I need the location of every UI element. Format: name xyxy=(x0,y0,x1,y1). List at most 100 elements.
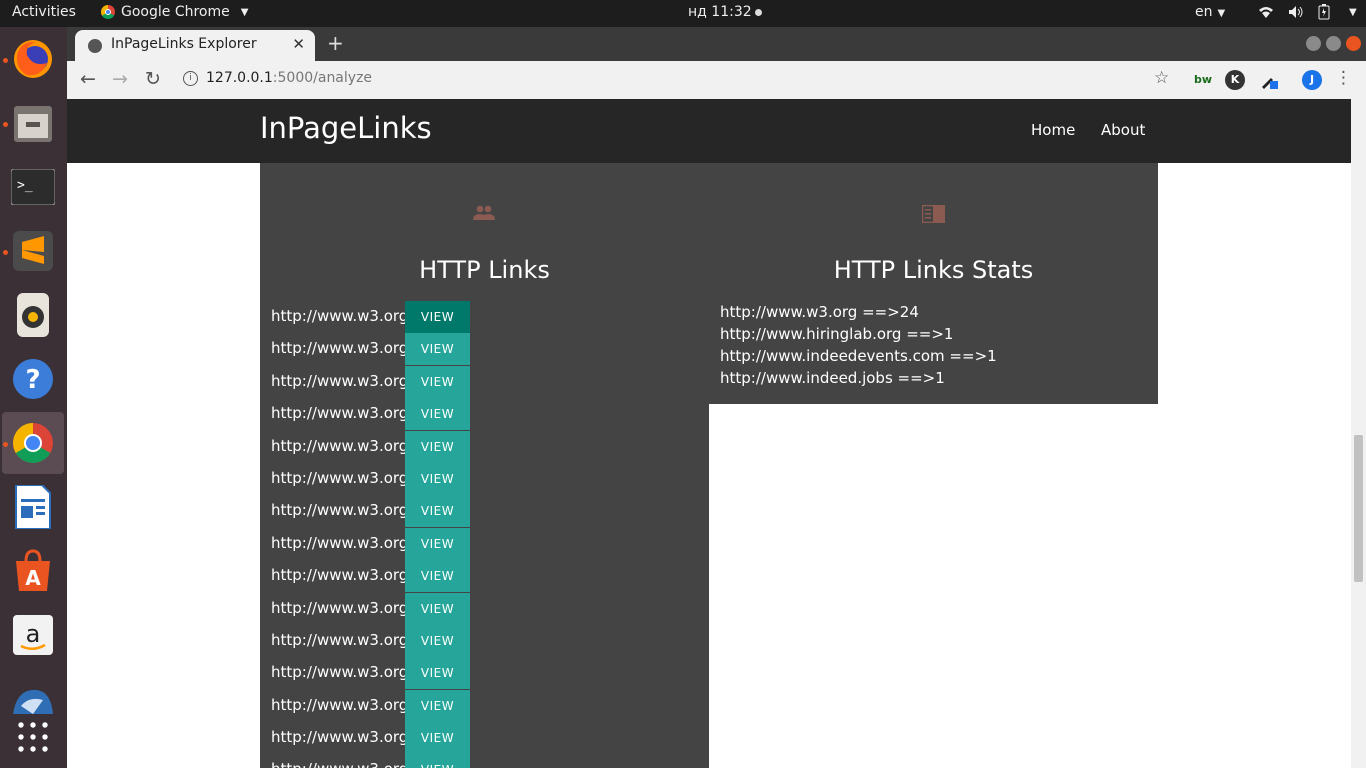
svg-text:?: ? xyxy=(25,365,40,395)
maximize-button[interactable] xyxy=(1326,36,1341,51)
link-url: http://www.w3.org xyxy=(271,307,409,325)
clock[interactable]: нд 11:32 xyxy=(688,4,762,20)
chevron-down-icon: ▼ xyxy=(1217,8,1226,19)
page-scrollbar[interactable] xyxy=(1351,99,1366,768)
stat-row: http://www.w3.org ==>24 xyxy=(720,303,919,321)
bw-extension-icon[interactable]: bw xyxy=(1193,70,1213,90)
help-icon[interactable]: ? xyxy=(9,355,57,403)
running-indicator xyxy=(3,122,8,127)
view-button[interactable]: VIEW xyxy=(405,722,470,755)
battery-icon xyxy=(1318,4,1330,20)
view-button[interactable]: VIEW xyxy=(405,333,470,366)
view-button[interactable]: VIEW xyxy=(405,754,470,768)
notification-dot-icon xyxy=(754,8,762,16)
chrome-small-icon xyxy=(101,5,115,19)
show-applications-icon[interactable] xyxy=(9,713,57,761)
browser-toolbar: ← → ↻ i 127.0.0.1:5000/analyze ☆ bw K J … xyxy=(67,61,1366,100)
menu-icon[interactable]: ⋮ xyxy=(1335,68,1352,88)
url-host: 127.0.0.1 xyxy=(206,70,273,86)
tab-strip: InPageLinks Explorer ✕ + xyxy=(67,27,1366,61)
stat-row: http://www.indeed.jobs ==>1 xyxy=(720,369,945,387)
amazon-icon[interactable]: a xyxy=(9,611,57,659)
view-button[interactable]: VIEW xyxy=(405,624,470,657)
info-icon[interactable]: i xyxy=(183,70,198,86)
link-url: http://www.w3.org xyxy=(271,404,409,423)
link-url: http://www.w3.org xyxy=(271,630,409,649)
page-viewport: InPageLinks Home About HTTP Links http:/… xyxy=(67,99,1351,768)
address-bar[interactable]: i 127.0.0.1:5000/analyze xyxy=(183,70,372,86)
view-button[interactable]: VIEW xyxy=(405,398,470,431)
back-button[interactable]: ← xyxy=(80,68,96,90)
close-window-button[interactable] xyxy=(1346,36,1361,51)
language-label: en xyxy=(1195,4,1213,20)
nav-home[interactable]: Home xyxy=(1031,121,1075,139)
profile-avatar[interactable]: J xyxy=(1302,70,1322,90)
terminal-icon[interactable]: >_ xyxy=(9,163,57,211)
bookmark-star-icon[interactable]: ☆ xyxy=(1154,68,1169,88)
view-button[interactable]: VIEW xyxy=(405,301,470,333)
view-button[interactable]: VIEW xyxy=(405,657,470,690)
link-url: http://www.w3.org xyxy=(271,436,409,455)
reload-button[interactable]: ↻ xyxy=(145,68,161,90)
dock: >_ ? A a xyxy=(0,27,67,768)
stat-row: http://www.hiringlab.org ==>1 xyxy=(720,325,954,343)
view-button[interactable]: VIEW xyxy=(405,689,470,722)
app-menu[interactable]: Google Chrome ▼ xyxy=(101,4,248,20)
http-links-title: HTTP Links xyxy=(419,256,550,284)
chrome-reader-icon xyxy=(922,205,945,223)
scrollbar-thumb[interactable] xyxy=(1354,435,1363,582)
globe-icon xyxy=(88,39,102,53)
rhythmbox-icon[interactable] xyxy=(9,291,57,339)
stat-row: http://www.indeedevents.com ==>1 xyxy=(720,347,997,365)
chrome-icon[interactable] xyxy=(9,419,57,467)
language-menu[interactable]: en ▼ xyxy=(1195,4,1225,20)
url-path: :5000/analyze xyxy=(272,70,373,86)
system-status-menu[interactable]: ▼ xyxy=(1258,4,1357,20)
view-button[interactable]: VIEW xyxy=(405,560,470,593)
eyedropper-extension-icon[interactable] xyxy=(1259,70,1279,90)
svg-text:A: A xyxy=(25,566,41,590)
link-url: http://www.w3.org xyxy=(271,339,409,358)
tab-title: InPageLinks Explorer xyxy=(111,36,257,52)
view-button[interactable]: VIEW xyxy=(405,365,470,398)
link-url: http://www.w3.org xyxy=(271,728,409,747)
view-button[interactable]: VIEW xyxy=(405,430,470,463)
link-url: http://www.w3.org xyxy=(271,566,409,585)
link-url: http://www.w3.org xyxy=(271,663,409,682)
chevron-down-icon: ▼ xyxy=(1349,6,1357,18)
link-url: http://www.w3.org xyxy=(271,501,409,520)
view-button[interactable]: VIEW xyxy=(405,527,470,560)
close-tab-icon[interactable]: ✕ xyxy=(292,35,305,53)
firefox-icon[interactable] xyxy=(9,35,57,83)
stats-list: http://www.w3.org ==>24 http://www.hiring… xyxy=(720,301,997,389)
wifi-icon xyxy=(1259,7,1273,18)
software-center-icon[interactable]: A xyxy=(9,547,57,595)
minimize-button[interactable] xyxy=(1306,36,1321,51)
forward-button[interactable]: → xyxy=(112,68,128,90)
libreoffice-writer-icon[interactable] xyxy=(9,483,57,531)
running-indicator xyxy=(3,250,8,255)
activities-button[interactable]: Activities xyxy=(12,4,76,20)
browser-window: InPageLinks Explorer ✕ + ← → ↻ i 127.0.0… xyxy=(67,27,1366,768)
link-url: http://www.w3.org xyxy=(271,695,409,714)
link-url: http://www.w3.org xyxy=(271,760,408,768)
nav-about[interactable]: About xyxy=(1101,121,1145,139)
k-extension-icon[interactable]: K xyxy=(1225,70,1245,90)
volume-icon xyxy=(1289,6,1303,18)
brand-logo[interactable]: InPageLinks xyxy=(260,111,432,145)
link-url: http://www.w3.org xyxy=(271,468,409,487)
link-url: http://www.w3.org xyxy=(271,371,409,390)
view-button[interactable]: VIEW xyxy=(405,592,470,625)
files-icon[interactable] xyxy=(9,99,57,147)
chevron-down-icon: ▼ xyxy=(240,6,249,18)
svg-text:a: a xyxy=(26,620,41,648)
sublime-text-icon[interactable] xyxy=(9,227,57,275)
new-tab-button[interactable]: + xyxy=(327,31,344,55)
tab-inpagelinks[interactable]: InPageLinks Explorer ✕ xyxy=(75,30,315,61)
view-button[interactable]: VIEW xyxy=(405,462,470,495)
site-navbar: InPageLinks Home About xyxy=(67,99,1351,163)
view-button[interactable]: VIEW xyxy=(405,495,470,528)
http-links-stats-section: HTTP Links Stats http://www.w3.org ==>24… xyxy=(709,163,1158,404)
clock-label: нд 11:32 xyxy=(688,4,752,20)
people-icon xyxy=(473,205,495,220)
